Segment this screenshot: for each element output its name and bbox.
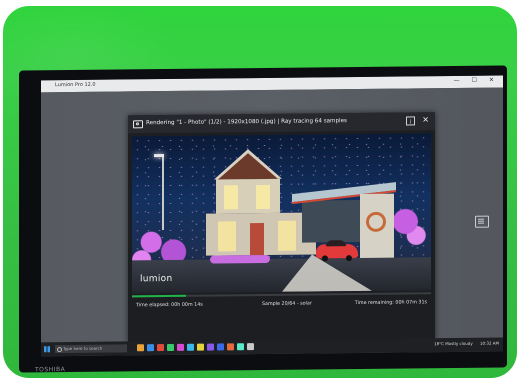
render-dialog-title: Rendering "1 - Photo" (1/2) - 1920x1080 …	[146, 118, 347, 127]
taskbar-app-icon[interactable]	[137, 344, 144, 352]
house-window	[218, 221, 236, 252]
monitor-brand-logo: TOSHIBA	[35, 366, 66, 374]
flower-bed	[210, 254, 270, 264]
taskbar-search-input[interactable]: Type here to search	[55, 344, 127, 354]
house-ground-floor	[206, 212, 316, 256]
app-title: Lumion Pro 12.0	[55, 81, 96, 89]
system-tray[interactable]: 18°C Mostly cloudy 10:32 AM	[434, 341, 499, 347]
close-icon[interactable]: ✕	[422, 115, 429, 124]
render-stats: Time elapsed: 00h 00m 14s Sample 20/64 -…	[132, 300, 431, 308]
camera-icon	[133, 120, 143, 129]
house-gable	[218, 152, 278, 180]
time-remaining: Time remaining: 00h 07m 31s	[354, 300, 427, 307]
house-window	[278, 220, 296, 251]
taskbar-app-icon[interactable]	[197, 343, 204, 351]
taskbar-pinned-apps	[137, 343, 254, 352]
time-elapsed: Time elapsed: 00h 00m 14s	[136, 302, 203, 309]
tray-clock: 10:32 AM	[480, 340, 499, 346]
info-icon[interactable]: i	[406, 116, 415, 126]
taskbar-app-icon[interactable]	[227, 343, 234, 351]
house-upper-floor	[216, 178, 280, 214]
photo-backdrop: Lumion Pro 12.0 — ☐ ✕ Rendering "1 - Pho…	[3, 6, 517, 378]
render-preview: lumion	[132, 133, 431, 294]
render-progress-fill	[132, 294, 186, 298]
render-progress-bar	[132, 292, 431, 298]
windows-start-icon[interactable]	[44, 346, 50, 353]
monitor: Lumion Pro 12.0 — ☐ ✕ Rendering "1 - Pho…	[19, 65, 507, 374]
red-car	[316, 244, 358, 259]
street-lamp-light	[154, 154, 164, 158]
monitor-screen: Lumion Pro 12.0 — ☐ ✕ Rendering "1 - Pho…	[41, 75, 503, 357]
house-window	[224, 185, 238, 210]
taskbar-app-icon[interactable]	[207, 343, 214, 351]
taskbar-app-icon[interactable]	[217, 343, 224, 351]
taskbar-app-icon[interactable]	[177, 343, 184, 351]
app-workspace: Rendering "1 - Photo" (1/2) - 1920x1080 …	[41, 87, 503, 344]
taskbar-app-icon[interactable]	[247, 343, 254, 351]
side-panel-icon[interactable]	[475, 215, 489, 228]
sample-status: Sample 20/64 - solar	[262, 301, 312, 308]
lumion-logo: lumion	[140, 273, 173, 285]
house-door	[250, 222, 264, 256]
taskbar-app-icon[interactable]	[237, 343, 244, 351]
taskbar-app-icon[interactable]	[147, 344, 154, 352]
taskbar-app-icon[interactable]	[187, 343, 194, 351]
taskbar-app-icon[interactable]	[167, 343, 174, 352]
render-dialog: Rendering "1 - Photo" (1/2) - 1920x1080 …	[128, 112, 435, 344]
tray-weather: 18°C Mostly cloudy	[434, 340, 473, 347]
street-lamp	[162, 156, 164, 231]
wall-ring-ornament	[366, 211, 386, 232]
render-dialog-header: Rendering "1 - Photo" (1/2) - 1920x1080 …	[128, 112, 435, 134]
window-controls[interactable]: — ☐ ✕	[454, 77, 499, 84]
flowering-tree-right	[391, 205, 427, 246]
house-window	[256, 184, 270, 210]
taskbar-app-icon[interactable]	[157, 344, 164, 352]
